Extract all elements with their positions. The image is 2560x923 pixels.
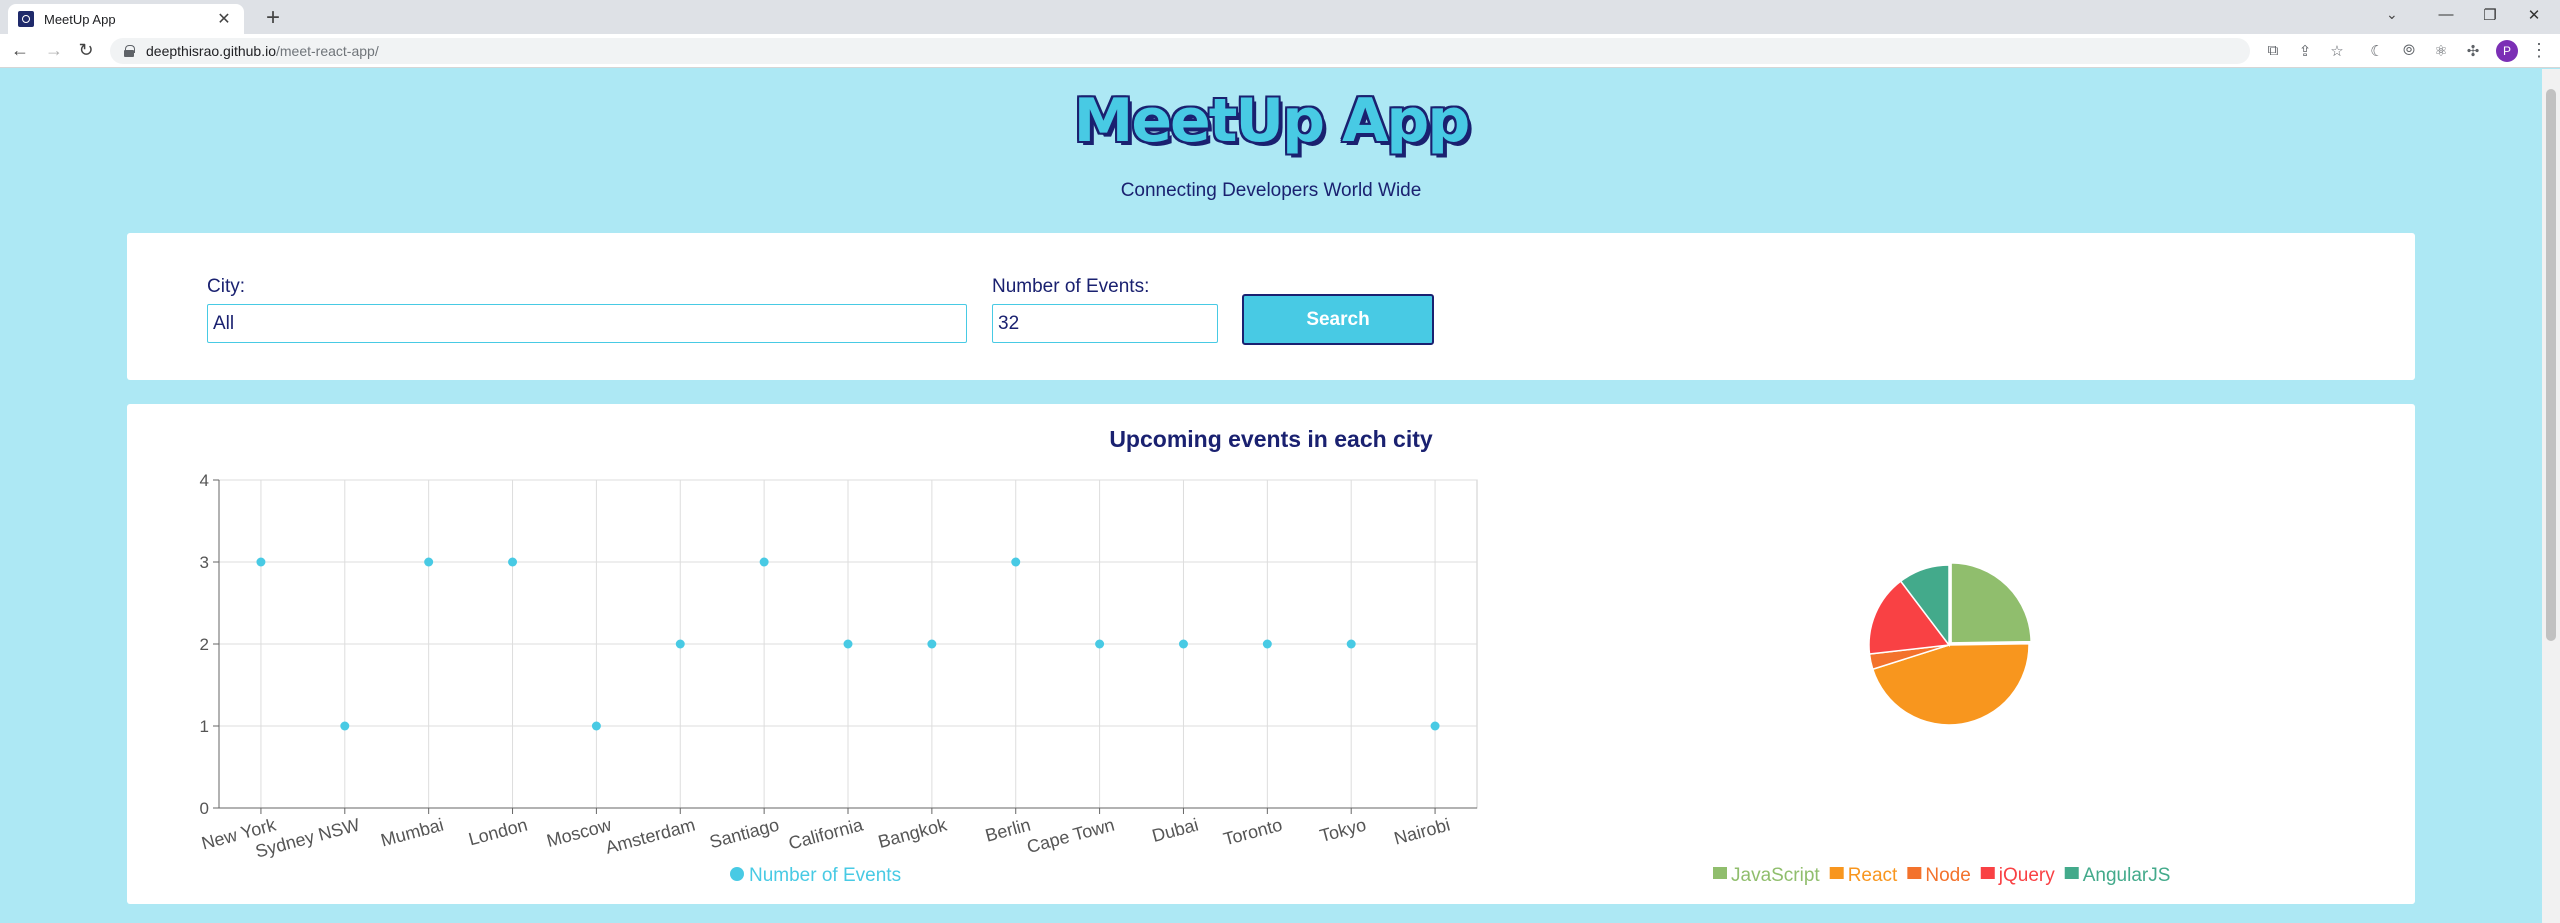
y-tick-label: 4 — [200, 471, 209, 490]
share-icon[interactable]: ⇪ — [2294, 42, 2316, 60]
city-label: City: — [207, 276, 245, 297]
scatter-point — [1346, 639, 1356, 649]
new-tab-icon[interactable]: + — [258, 4, 288, 32]
scrollbar-thumb[interactable] — [2546, 89, 2556, 641]
x-tick-label: Mumbai — [379, 815, 446, 851]
charts-canvas: 01234New YorkSydney NSW Mumbai London Mosco… — [199, 471, 2171, 886]
scatter-point — [927, 639, 937, 649]
charts-panel: Upcoming events in each city 0 1 2 3 4 New Yo… — [127, 404, 2415, 904]
extension-moon-icon[interactable]: ☾ — [2366, 42, 2388, 60]
scatter-point — [508, 557, 518, 567]
y-tick-label: 1 — [200, 717, 209, 736]
pie-legend-label: AngularJS — [2083, 865, 2171, 886]
scatter-point — [843, 639, 853, 649]
scatter-point — [340, 721, 350, 731]
scatter-point — [759, 557, 769, 567]
scatter-point — [1011, 557, 1021, 567]
pie-legend-marker — [1980, 867, 1995, 879]
x-tick-label: Nairobi — [1392, 815, 1452, 849]
y-tick-label: 3 — [200, 553, 209, 572]
browser-toolbar: ← → ↻ deepthisrao.github.io/meet-react-a… — [0, 34, 2560, 68]
restore-icon[interactable]: ❐ — [2470, 6, 2510, 24]
close-window-icon[interactable]: ✕ — [2514, 6, 2554, 24]
x-tick-label: Bangkok — [876, 814, 950, 852]
tab-title: MeetUp App — [44, 11, 116, 27]
pie-legend-label: Node — [1925, 865, 1970, 886]
x-tick-label: Moscow — [544, 814, 614, 851]
city-input[interactable]: All — [207, 304, 967, 343]
back-arrow-icon[interactable]: ← — [8, 40, 32, 61]
browser-menu-icon[interactable]: ⋮ — [2530, 40, 2548, 61]
pie-legend-marker — [2064, 867, 2079, 879]
bookmark-star-icon[interactable]: ☆ — [2326, 42, 2348, 60]
forward-arrow-icon[interactable]: → — [42, 40, 66, 61]
app-title: MeetUp App — [1073, 86, 1471, 156]
x-tick-label: California — [786, 814, 866, 853]
extensions-puzzle-icon[interactable]: ✣ — [2462, 42, 2484, 60]
page-scrollbar[interactable] — [2542, 69, 2560, 923]
scatter-point — [424, 557, 434, 567]
close-tab-icon[interactable]: ✕ — [214, 9, 234, 29]
x-tick-label: Cape Town — [1025, 815, 1117, 858]
address-bar[interactable]: deepthisrao.github.io/meet-react-app/ — [110, 38, 2250, 64]
scatter-point — [1095, 639, 1105, 649]
y-tick-label: 0 — [200, 799, 209, 818]
search-panel: City: All Number of Events: 32 Search — [127, 233, 2415, 380]
pie-legend-label: JavaScript — [1731, 865, 1820, 886]
tab-search-chevron-icon[interactable]: ⌄ — [2386, 6, 2398, 23]
open-in-app-icon[interactable]: ⧉ — [2262, 42, 2284, 59]
url-host: deepthisrao.github.io — [146, 43, 276, 59]
pie-legend-marker — [1713, 867, 1727, 879]
x-tick-label: Tokyo — [1318, 815, 1369, 846]
scatter-point — [1262, 639, 1272, 649]
pie-slice — [1950, 562, 2032, 644]
scatter-legend-label: Number of Events — [749, 865, 901, 886]
x-tick-label: Dubai — [1150, 815, 1201, 846]
x-tick-label: Santiago — [707, 815, 781, 853]
pie-legend-marker — [1907, 867, 1922, 879]
scatter-point — [675, 639, 685, 649]
extension-broadcast-icon[interactable]: ⦾ — [2398, 42, 2420, 59]
app-subtitle: Connecting Developers World Wide — [1120, 180, 1422, 201]
x-tick-label: London — [466, 815, 529, 850]
x-tick-label: Amsterdam — [603, 815, 697, 858]
scatter-legend-marker — [730, 867, 744, 881]
url-path: /meet-react-app/ — [276, 43, 379, 59]
extension-react-icon[interactable]: ⚛ — [2430, 42, 2452, 60]
pie-legend-label: jQuery — [1998, 865, 2055, 886]
lock-icon[interactable] — [124, 45, 135, 57]
scatter-point — [1178, 639, 1188, 649]
scatter-point — [591, 721, 601, 731]
scatter-point — [256, 557, 266, 567]
meetup-favicon-icon — [18, 11, 34, 27]
y-tick-label: 2 — [200, 635, 209, 654]
pie-legend-marker — [1829, 867, 1844, 879]
search-button[interactable]: Search — [1242, 294, 1434, 345]
events-count-label: Number of Events: — [992, 276, 1150, 297]
browser-tab-bar: MeetUp App ✕ + ⌄ — ❐ ✕ — [0, 0, 2560, 34]
events-count-input[interactable]: 32 — [992, 304, 1218, 343]
browser-tab[interactable]: MeetUp App ✕ — [8, 4, 244, 34]
profile-avatar[interactable]: P — [2496, 40, 2518, 62]
reload-icon[interactable]: ↻ — [74, 40, 98, 61]
minimize-icon[interactable]: — — [2426, 6, 2466, 23]
x-tick-label: Toronto — [1221, 815, 1284, 850]
scatter-point — [1430, 721, 1440, 731]
pie-legend-label: React — [1848, 865, 1898, 886]
